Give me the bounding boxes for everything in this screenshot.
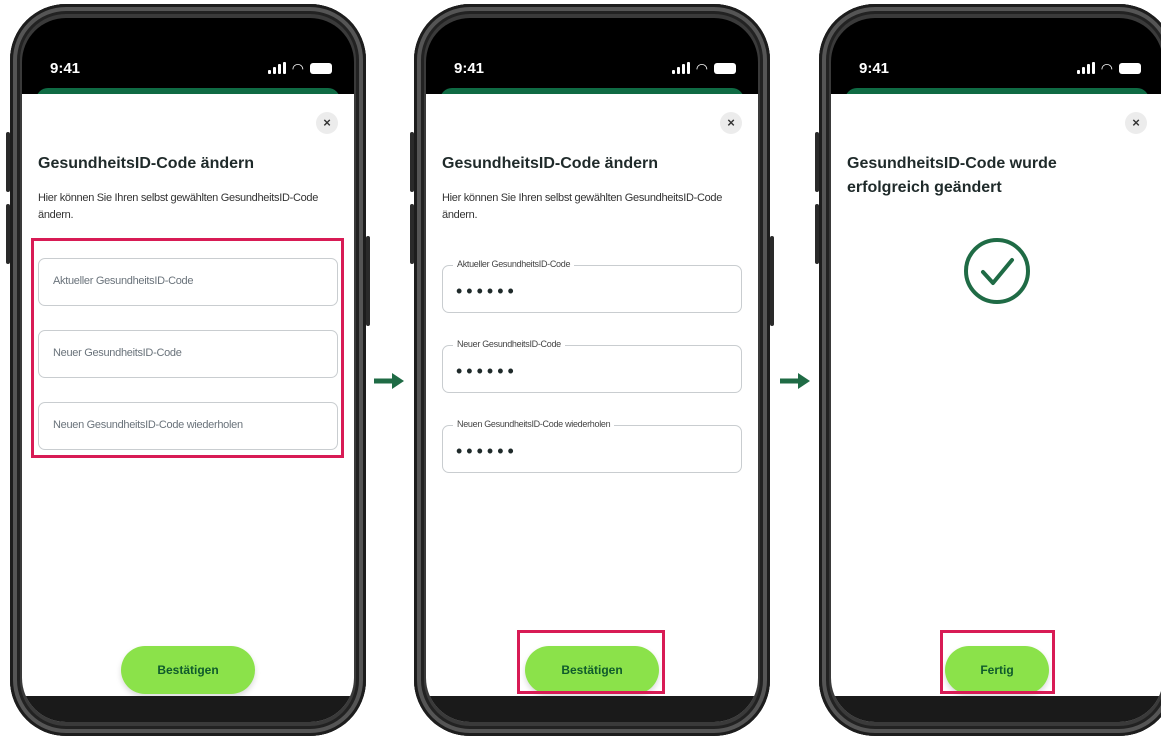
side-button [770,236,774,326]
home-indicator-bar [426,696,758,722]
highlight-confirm-button [517,630,665,694]
repeat-code-value: •••••• [456,441,518,461]
page-description: Hier können Sie Ihren selbst gewählten G… [442,192,723,221]
arrow-right-icon [374,373,404,389]
bottom-sheet: × GesundheitsID-Code ändern Hier können … [426,94,758,722]
page-description: Hier können Sie Ihren selbst gewählten G… [38,192,319,221]
page-title: GesundheitsID-Code ändern [442,155,659,172]
battery-icon [714,62,736,74]
current-code-label: Aktueller GesundheitsID-Code [453,259,575,269]
current-code-input[interactable]: Aktueller GesundheitsID-Code •••••• [442,259,742,313]
status-time: 9:41 [454,60,485,77]
side-button [6,204,10,264]
current-code-value: •••••• [456,281,518,301]
phone-frame-3: 9:41 ◠ × GesundheitsID-Code wurde erfolg… [815,4,1161,736]
side-button [410,132,414,192]
home-indicator-bar [22,696,354,722]
highlight-input-fields [31,238,344,458]
status-time: 9:41 [50,60,81,77]
side-button [815,204,819,264]
screen: 9:41 ◠ × GesundheitsID-Code ändern Hier … [426,18,758,722]
wifi-icon: ◠ [291,60,304,76]
side-button [366,236,370,326]
status-bar: 9:41 ◠ [22,58,354,82]
battery-icon [310,62,332,74]
bottom-sheet: × GesundheitsID-Code wurde erfolgreich g… [831,94,1161,722]
signal-icon [671,62,690,74]
side-button [6,132,10,192]
screen: 9:41 ◠ × GesundheitsID-Code wurde erfolg… [831,18,1161,722]
notch [517,18,667,48]
home-indicator-bar [831,696,1161,722]
new-code-value: •••••• [456,361,518,381]
checkmark-circle-icon [964,238,1030,304]
notch [922,18,1072,48]
signal-icon [267,62,286,74]
wifi-icon: ◠ [1100,60,1113,76]
repeat-code-label: Neuen GesundheitsID-Code wiederholen [453,419,615,429]
confirm-button[interactable]: Bestätigen [121,646,255,694]
success-title: GesundheitsID-Code wurde erfolgreich geä… [847,155,1057,196]
close-icon[interactable]: × [316,112,338,134]
battery-icon [1119,62,1141,74]
side-button [410,204,414,264]
highlight-done-button [940,630,1055,694]
notch [113,18,263,48]
status-bar: 9:41 ◠ [831,58,1161,82]
new-code-input[interactable]: Neuer GesundheitsID-Code •••••• [442,339,742,393]
repeat-code-input[interactable]: Neuen GesundheitsID-Code wiederholen •••… [442,419,742,473]
new-code-label: Neuer GesundheitsID-Code [453,339,565,349]
arrow-right-icon [780,373,810,389]
phone-frame-2: 9:41 ◠ × GesundheitsID-Code ändern Hier … [410,4,774,736]
status-time: 9:41 [859,60,890,77]
side-button [815,132,819,192]
status-bar: 9:41 ◠ [426,58,758,82]
wifi-icon: ◠ [695,60,708,76]
page-title: GesundheitsID-Code ändern [38,155,255,172]
signal-icon [1076,62,1095,74]
close-icon[interactable]: × [1125,112,1147,134]
close-icon[interactable]: × [720,112,742,134]
